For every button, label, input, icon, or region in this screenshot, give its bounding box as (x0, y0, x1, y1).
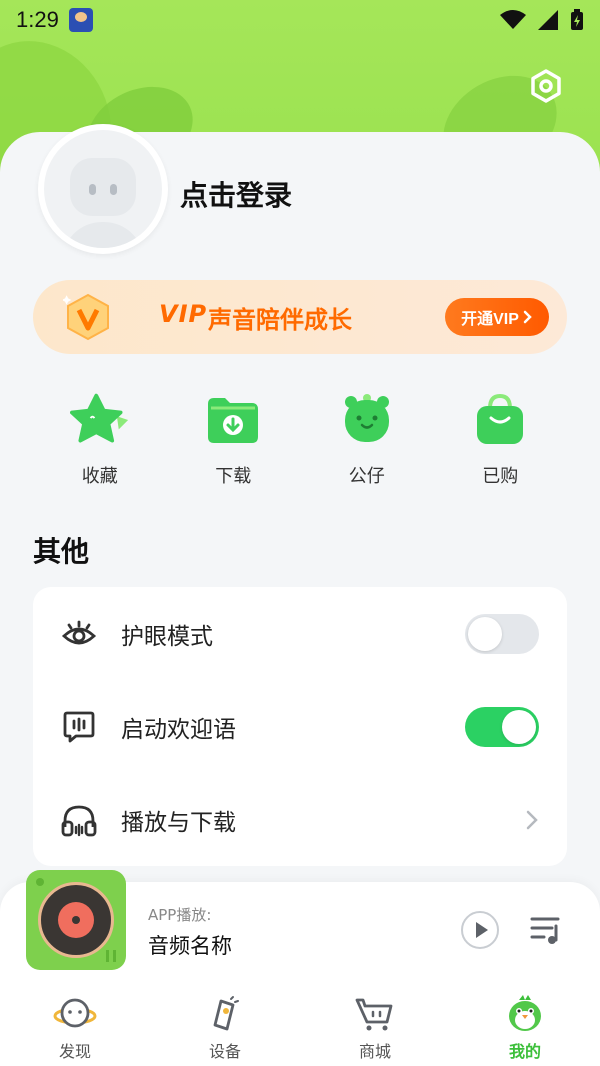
quick-action-label: 已购 (482, 466, 519, 487)
vip-label: VIP (159, 300, 208, 328)
quick-action-toys[interactable]: 公仔 (300, 390, 434, 488)
tab-discover[interactable]: 发现 (0, 982, 150, 1066)
bird-mascot-icon (503, 994, 547, 1034)
avatar-eye (110, 184, 117, 195)
battery-icon (571, 9, 583, 30)
vip-banner[interactable]: VIP 声音陪伴成长 开通VIP (33, 280, 567, 354)
avatar-body (62, 222, 144, 248)
eye-icon (61, 616, 97, 652)
planet-icon (53, 994, 97, 1034)
setting-label: 播放与下载 (121, 809, 236, 836)
tab-label: 设备 (208, 1042, 241, 1061)
toggle-knob (468, 616, 502, 651)
setting-label: 护眼模式 (121, 623, 213, 650)
status-time: 1:29 (16, 7, 59, 32)
quick-actions: 收藏 下载 公仔 已购 (33, 390, 567, 488)
avatar-eye (89, 184, 96, 195)
avatar[interactable] (38, 124, 168, 254)
setting-welcome-voice[interactable]: 启动欢迎语 (33, 680, 567, 773)
vip-crown-icon (63, 293, 109, 341)
quick-action-favorites[interactable]: 收藏 (33, 390, 167, 488)
toggle-knob (502, 709, 536, 744)
tab-label: 我的 (508, 1042, 541, 1061)
shopping-cart-icon (353, 994, 397, 1034)
quick-action-label: 下载 (215, 466, 252, 487)
device-icon (203, 994, 247, 1034)
wifi-icon (500, 10, 526, 29)
setting-play-download[interactable]: 播放与下载 (33, 773, 567, 866)
gear-icon (531, 69, 561, 103)
shopping-bag-icon (470, 390, 530, 450)
chevron-right-icon (523, 310, 532, 324)
tab-mall[interactable]: 商城 (300, 982, 450, 1066)
setting-label: 启动欢迎语 (121, 716, 236, 743)
notification-app-icon (68, 8, 93, 32)
settings-list: 护眼模式 启动欢迎语 播放与下载 (33, 587, 567, 866)
quick-action-label: 收藏 (81, 466, 118, 487)
login-link[interactable]: 点击登录 (180, 174, 292, 214)
eye-protection-toggle[interactable] (465, 613, 539, 654)
vinyl-disc-icon (38, 882, 114, 958)
avatar-placeholder (44, 130, 162, 248)
cell-signal-icon (538, 10, 558, 30)
open-vip-label: 开通VIP (461, 311, 519, 328)
album-cover (26, 870, 126, 970)
chevron-right-icon (526, 810, 538, 829)
quick-action-label: 公仔 (348, 466, 385, 487)
cover-decoration (36, 878, 44, 886)
status-icons (500, 9, 584, 31)
mini-player[interactable]: APP播放: 音频名称 (0, 870, 600, 982)
settings-button[interactable] (528, 68, 564, 104)
quick-action-purchased[interactable]: 已购 (434, 390, 568, 488)
vip-slogan: 声音陪伴成长 (208, 306, 352, 334)
player-source: APP播放: (148, 906, 212, 924)
status-bar: 1:29 (0, 0, 600, 40)
tab-device[interactable]: 设备 (150, 982, 300, 1066)
download-folder-icon (203, 390, 263, 450)
bottom-tab-bar: 发现 设备 商城 我的 (0, 982, 600, 1066)
tab-label: 商城 (358, 1042, 391, 1061)
player-track-title: 音频名称 (148, 934, 232, 958)
tab-label: 发现 (58, 1042, 91, 1061)
cover-decoration (106, 950, 116, 962)
section-title-other: 其他 (33, 535, 90, 568)
setting-eye-protection[interactable]: 护眼模式 (33, 587, 567, 680)
welcome-voice-toggle[interactable] (465, 706, 539, 747)
avatar-face (70, 158, 136, 216)
open-vip-button[interactable]: 开通VIP (445, 298, 549, 336)
star-icon (69, 390, 130, 450)
play-button[interactable] (460, 910, 500, 950)
toy-figure-icon (337, 390, 397, 450)
quick-action-downloads[interactable]: 下载 (167, 390, 301, 488)
disc-label (58, 902, 94, 938)
voice-message-icon (61, 709, 97, 745)
playlist-button[interactable] (528, 912, 564, 948)
headphones-icon (61, 802, 97, 838)
tab-mine[interactable]: 我的 (450, 982, 600, 1066)
